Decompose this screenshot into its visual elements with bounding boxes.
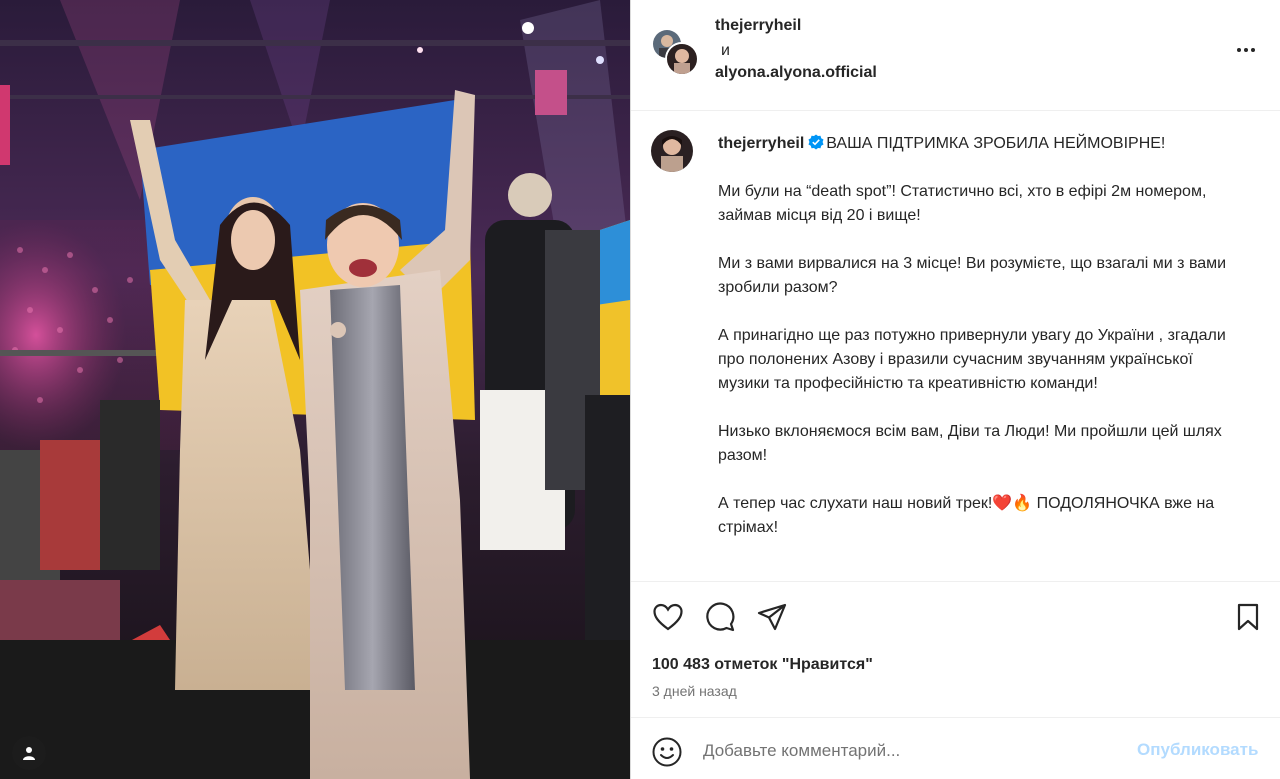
avatar[interactable]	[665, 42, 699, 76]
post-comment-button[interactable]: Опубликовать	[1137, 740, 1258, 760]
avatar[interactable]	[651, 130, 693, 172]
caption-headline: ВАША ПІДТРИМКА ЗРОБИЛА НЕЙМОВІРНЕ!	[826, 135, 1166, 152]
caption-divider: _____	[718, 567, 763, 580]
user-tag-icon	[23, 747, 35, 760]
post-timestamp[interactable]: 3 дней назад	[652, 683, 737, 699]
likes-count[interactable]: 100 483 отметок "Нравится"	[652, 656, 873, 674]
caption-paragraph: А принагідно ще раз потужно привернули у…	[718, 327, 1226, 392]
author-username[interactable]: thejerryheil	[715, 17, 801, 35]
caption-paragraph: А тепер час слухати наш новий трек!❤️🔥 П…	[718, 492, 1238, 540]
post-photo[interactable]	[0, 0, 630, 779]
post-header: thejerryheil и alyona.alyona.official	[631, 0, 1280, 111]
share-icon[interactable]	[755, 600, 789, 634]
comment-icon[interactable]	[703, 600, 737, 634]
caption-username[interactable]: thejerryheil	[718, 135, 804, 152]
caption-section: thejerryheil ВАША ПІДТРИМКА ЗРОБИЛА НЕЙМО…	[631, 112, 1280, 580]
caption-paragraph: Ми були на “death spot”! Статистично всі…	[718, 183, 1207, 224]
more-options-icon[interactable]	[1231, 38, 1261, 62]
tagged-users-button[interactable]	[12, 736, 46, 770]
collaborator-username[interactable]: alyona.alyona.official	[715, 64, 877, 82]
bookmark-icon[interactable]	[1231, 600, 1265, 634]
verified-badge-icon	[808, 134, 824, 150]
heart-icon[interactable]	[651, 600, 685, 634]
caption-paragraph: Ми з вами вирвалися на 3 місце! Ви розум…	[718, 255, 1227, 296]
post-actions: 100 483 отметок "Нравится" 3 дней назад	[631, 581, 1280, 716]
comment-input[interactable]	[703, 738, 1123, 764]
caption-paragraph: Низько вклоняємося всім вам, Діви та Люд…	[718, 423, 1222, 464]
caption-text: thejerryheil ВАША ПІДТРИМКА ЗРОБИЛА НЕЙМО…	[718, 132, 1238, 580]
post-photo-image	[0, 0, 630, 779]
heart-fire-emoji: ❤️🔥	[992, 495, 1033, 512]
emoji-icon[interactable]	[651, 736, 683, 768]
caption-last-start: А тепер час слухати наш новий трек!	[718, 495, 993, 512]
and-conjunction: и	[721, 42, 730, 59]
post-details-panel: thejerryheil и alyona.alyona.official th…	[630, 0, 1280, 779]
collab-avatars[interactable]	[651, 28, 699, 76]
comment-bar: Опубликовать	[631, 717, 1280, 779]
